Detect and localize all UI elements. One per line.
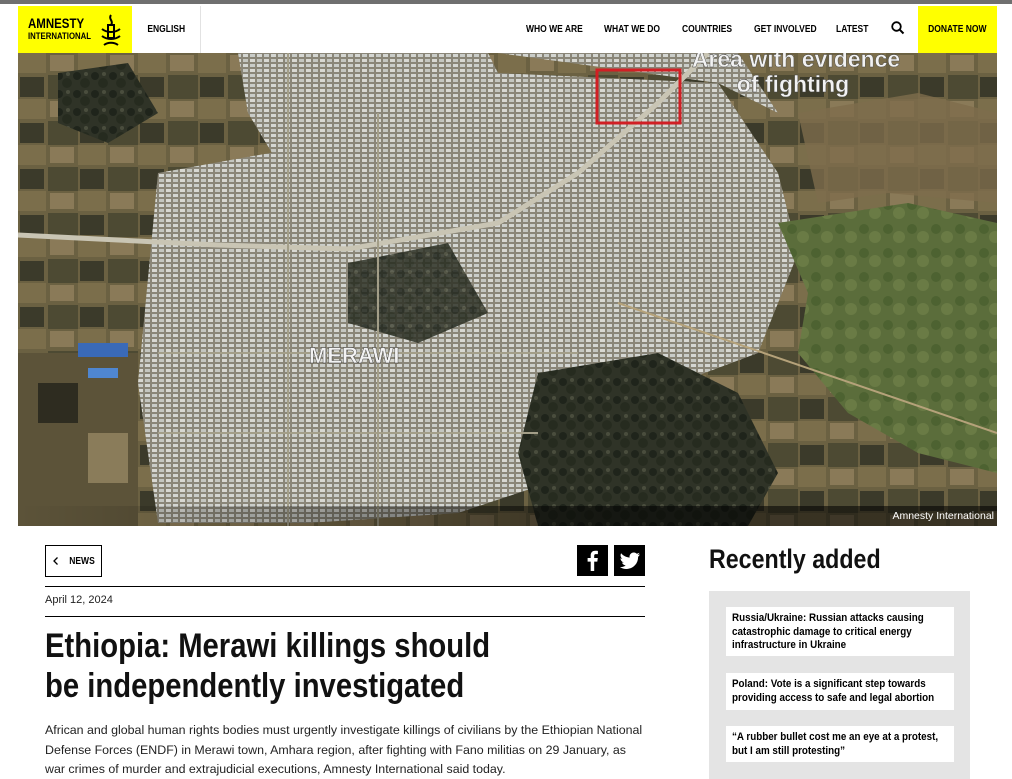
recent-item-title[interactable]: Poland: Vote is a significant step towar… — [732, 678, 945, 705]
logo-line-2: INTERNATIONAL — [28, 31, 92, 42]
nav-who-we-are[interactable]: WHO WE ARE — [526, 24, 583, 35]
article-divider-bottom — [45, 616, 645, 617]
article-divider-top — [45, 586, 645, 587]
satellite-map-illustration: Area with evidence of fighting MERAWI — [18, 53, 997, 526]
image-credit: Amnesty International — [892, 510, 994, 522]
recent-item-title[interactable]: Russia/Ukraine: Russian attacks causing … — [732, 612, 945, 653]
annotation-line-1: Area with evidence — [692, 53, 900, 72]
recently-added-panel: Russia/Ukraine: Russian attacks causing … — [709, 591, 970, 779]
donate-label: DONATE NOW — [928, 24, 987, 35]
nav-what-we-do[interactable]: WHAT WE DO — [604, 24, 660, 35]
language-selector[interactable]: ENGLISH — [132, 6, 201, 53]
nav-latest[interactable]: LATEST — [836, 24, 868, 35]
recent-item-title[interactable]: “A rubber bullet cost me an eye at a pro… — [732, 731, 945, 758]
article-lede: African and global human rights bodies m… — [45, 723, 643, 776]
nav-get-involved[interactable]: GET INVOLVED — [754, 24, 817, 35]
recent-item[interactable]: Poland: Vote is a significant step towar… — [726, 673, 954, 710]
article-title: Ethiopia: Merawi killings should be inde… — [45, 627, 491, 705]
site-header: AMNESTY INTERNATIONAL ENGLISH WHO WE ARE… — [18, 4, 997, 53]
recent-item[interactable]: “A rubber bullet cost me an eye at a pro… — [726, 726, 954, 762]
hero-satellite-image: Area with evidence of fighting MERAWI Am… — [18, 53, 997, 526]
recently-added-heading: Recently added — [709, 544, 881, 574]
logo-wordmark: AMNESTY INTERNATIONAL — [28, 16, 105, 42]
facebook-icon — [587, 550, 598, 571]
place-label-merawi: MERAWI — [309, 343, 399, 368]
chevron-left-icon — [52, 557, 58, 565]
image-credit-bar: Amnesty International — [18, 506, 997, 526]
annotation-line-2: of fighting — [737, 71, 849, 97]
amnesty-logo[interactable]: AMNESTY INTERNATIONAL — [18, 6, 132, 53]
article-date: April 12, 2024 — [45, 594, 113, 606]
facebook-share-button[interactable] — [577, 545, 608, 576]
language-label: ENGLISH — [147, 24, 185, 35]
search-icon[interactable] — [890, 20, 906, 36]
nav-countries[interactable]: COUNTRIES — [682, 24, 732, 35]
back-to-news-button[interactable]: NEWS — [45, 545, 102, 577]
recent-item[interactable]: Russia/Ukraine: Russian attacks causing … — [726, 607, 954, 656]
back-label: NEWS — [68, 555, 95, 567]
twitter-share-button[interactable] — [614, 545, 645, 576]
logo-line-1: AMNESTY — [28, 15, 85, 31]
donate-button[interactable]: DONATE NOW — [918, 6, 997, 53]
candle-icon — [101, 14, 121, 46]
twitter-icon — [619, 552, 640, 569]
